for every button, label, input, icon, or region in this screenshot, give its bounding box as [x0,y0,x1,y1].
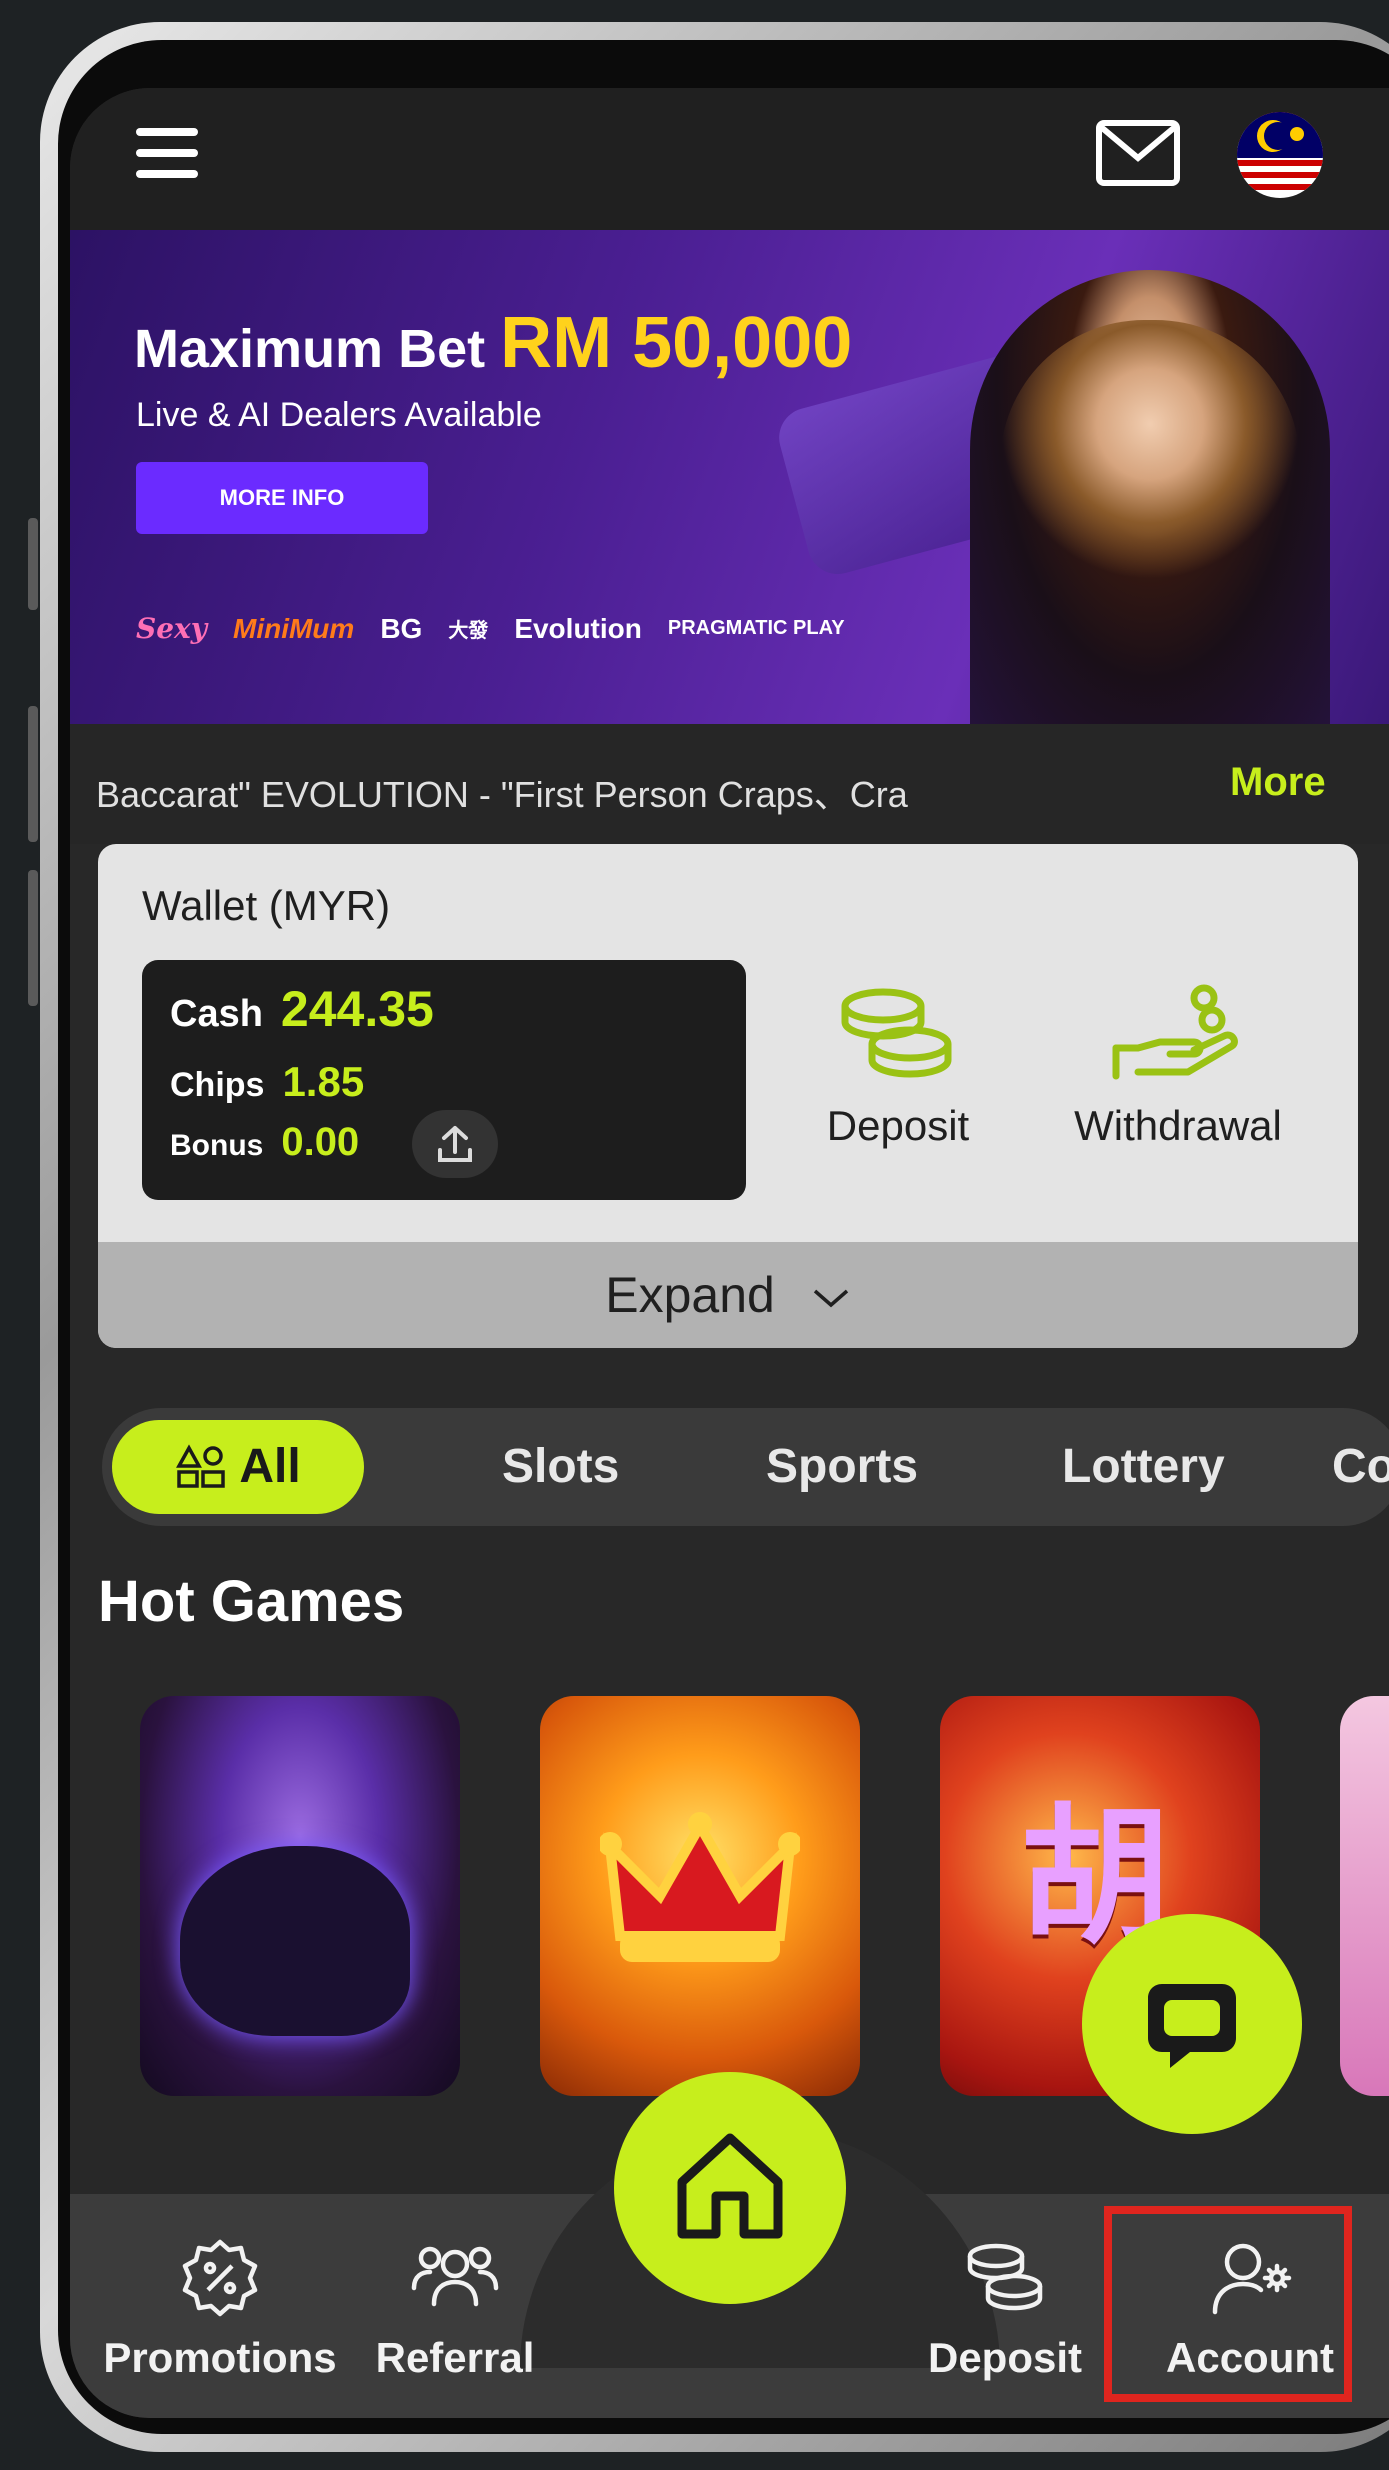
more-info-button[interactable]: MORE INFO [136,462,428,534]
malaysia-flag-icon[interactable] [1237,112,1323,198]
mail-icon[interactable] [1096,120,1180,186]
bonus-value: 0.00 [281,1120,360,1164]
wallet-title: Wallet (MYR) [142,882,391,929]
nav-deposit-label: Deposit [927,2334,1082,2381]
nav-deposit[interactable]: Deposit [890,2238,1120,2382]
wallet-withdrawal-label: Withdrawal [1074,1102,1282,1149]
banner-title-prefix: Maximum Bet [134,319,486,379]
game-tile-joker[interactable] [540,1696,860,2096]
provider-logos: Sexy MiniMum BG 大發 Evolution PRAGMATIC P… [136,612,845,645]
tab-sports[interactable]: Sports [766,1408,918,1526]
cash-value: 244.35 [280,981,434,1037]
hot-games-title: Hot Games [98,1569,405,1634]
percent-badge-icon [182,2239,258,2317]
tab-slots[interactable]: Slots [502,1408,619,1526]
account-highlight-box [1104,2206,1352,2402]
provider-logo-minimum: MiniMum [233,612,355,644]
side-button-volume-down [28,870,38,1006]
announcement-marquee: Baccarat" EVOLUTION - "First Person Crap… [70,724,1389,844]
announcement-more-link[interactable]: More [1230,760,1326,805]
coins-icon [841,988,952,1078]
nav-referral[interactable]: Referral [350,2238,560,2382]
live-chat-button[interactable] [1082,1914,1302,2134]
provider-logo-evolution: Evolution [514,612,642,644]
announcement-text: Baccarat" EVOLUTION - "First Person Crap… [96,774,908,815]
chevron-down-icon [813,1289,848,1308]
provider-logo-sexy: Sexy [136,612,207,645]
wallet-withdrawal-button[interactable]: Withdrawal [1028,984,1328,1150]
wallet-deposit-button[interactable]: Deposit [788,984,1008,1150]
chips-value: 1.85 [282,1058,365,1105]
bonus-transfer-button[interactable] [412,1110,498,1178]
wallet-deposit-label: Deposit [826,1102,970,1149]
tab-casino[interactable]: Co [1332,1408,1389,1526]
balance-card: Cash 244.35 Chips 1.85 Bonus 0.00 [142,960,746,1200]
upload-icon [438,1126,472,1162]
nav-home-button[interactable] [614,2072,846,2304]
side-button-mute [28,518,38,610]
chat-bubble-icon [1148,1984,1236,2068]
side-button-volume-up [28,706,38,842]
users-group-icon [411,2246,499,2307]
expand-label: Expand [605,1267,775,1323]
nav-referral-label: Referral [375,2334,535,2381]
tab-lottery[interactable]: Lottery [1062,1408,1225,1526]
category-tabs: All Slots Sports Lottery Co [102,1408,1389,1526]
banner-dealer-face [1000,320,1300,580]
coins-stack-icon [967,2243,1043,2311]
promo-banner[interactable]: Maximum Bet RM 50,000 Live & AI Dealers … [70,230,1389,724]
wallet-expand-button[interactable]: Expand [98,1242,1358,1348]
banner-title-amount: RM 50,000 [500,303,853,383]
all-games-icon [176,1444,226,1488]
tab-all[interactable]: All [112,1420,364,1514]
provider-logo-pragmatic: PRAGMATIC PLAY [667,617,845,639]
wallet-card: Wallet (MYR) Cash 244.35 Chips 1.85 Bonus 0… [98,844,1358,1348]
nav-promotions[interactable]: Promotions [90,2238,350,2382]
home-icon [677,2133,783,2239]
app-screen: Maximum Bet RM 50,000 Live & AI Dealers … [70,88,1389,2418]
bonus-balance: Bonus 0.00 [170,1120,359,1165]
hand-coins-icon [1112,984,1238,1080]
chips-label: Chips [170,1066,265,1104]
top-bar [70,88,1389,230]
bonus-label: Bonus [170,1129,264,1162]
chips-balance: Chips 1.85 [170,1058,364,1106]
menu-icon[interactable] [136,128,198,180]
provider-logo-dafa: 大發 [448,620,489,642]
jester-crown-art [600,1812,800,1962]
banner-subtitle: Live & AI Dealers Available [136,396,542,434]
game-tile-panther[interactable] [140,1696,460,2096]
banner-title: Maximum Bet RM 50,000 [134,302,852,384]
provider-logo-bg: BG [380,612,423,644]
nav-promotions-label: Promotions [103,2334,337,2381]
tab-all-label: All [239,1440,301,1493]
cash-balance: Cash 244.35 [170,980,434,1038]
cash-label: Cash [170,993,263,1035]
game-tile-partial[interactable] [1340,1696,1389,2096]
panther-art [180,1846,410,2036]
